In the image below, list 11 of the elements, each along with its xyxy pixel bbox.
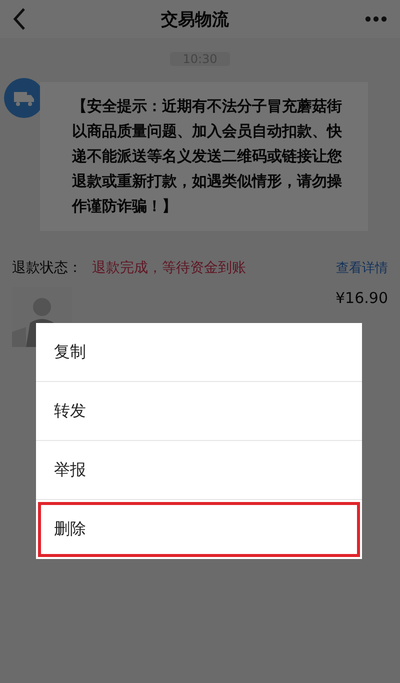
back-icon[interactable] xyxy=(12,7,26,31)
refund-status: 退款完成，等待资金到账 xyxy=(92,259,246,277)
menu-item[interactable]: 复制 xyxy=(36,323,362,382)
menu-item[interactable]: 删除 xyxy=(36,500,362,559)
message-text: 【安全提示：近期有不法分子冒充蘑菇街以商品质量问题、加入会员自动扣款、快递不能派送等名义发送二维码或链接让您退款或重新打款，如遇类似情形，请勿操作谨防诈骗！】 xyxy=(72,97,342,215)
menu-item[interactable]: 举报 xyxy=(36,441,362,500)
page-title: 交易物流 xyxy=(161,8,229,30)
more-icon[interactable] xyxy=(364,15,388,23)
menu-item[interactable]: 转发 xyxy=(36,382,362,441)
refund-label: 退款状态： xyxy=(12,259,82,277)
product-price: ¥16.90 xyxy=(336,289,388,307)
